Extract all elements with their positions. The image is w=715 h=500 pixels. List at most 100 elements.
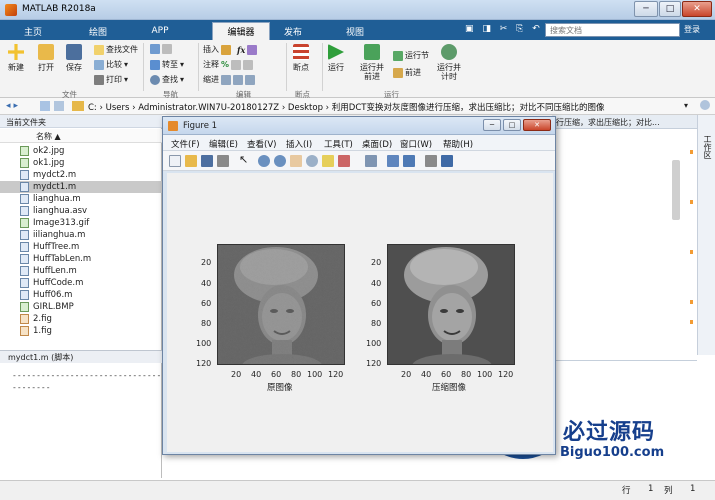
legend-icon[interactable] <box>403 155 415 167</box>
run-button[interactable]: 运行 <box>328 44 344 72</box>
show-plot-tools-icon[interactable] <box>441 155 453 167</box>
file-list-item[interactable]: HuffTree.m <box>0 241 162 253</box>
insert-button[interactable]: 插入 fx <box>203 44 258 55</box>
tab-view[interactable]: 视图 <box>330 22 380 40</box>
pan-icon[interactable] <box>290 155 302 167</box>
code-analyzer-marker[interactable] <box>690 150 693 154</box>
file-list-item[interactable]: Huff06.m <box>0 289 162 301</box>
figure-minimize-button[interactable]: ─ <box>483 119 501 131</box>
pointer-icon[interactable]: ↖ <box>239 153 251 166</box>
find-button[interactable]: 查找 ▾ <box>150 74 184 85</box>
run-time-button[interactable]: 运行并 计时 <box>437 44 461 81</box>
tab-apps[interactable]: APP <box>136 22 184 40</box>
new-figure-icon[interactable] <box>169 155 181 167</box>
rotate-icon[interactable] <box>306 155 318 167</box>
comment-button[interactable]: 注释% <box>203 59 254 70</box>
open-file-icon[interactable] <box>185 155 197 167</box>
search-folder-icon[interactable] <box>700 100 710 110</box>
figure-menu-item[interactable]: 工具(T) <box>324 138 353 150</box>
data-cursor-icon[interactable] <box>322 155 334 167</box>
figure-close-button[interactable]: ✕ <box>523 119 551 131</box>
breakpoints-button[interactable]: 断点 <box>293 44 309 72</box>
editor-tab-title[interactable]: 行压缩，求出压缩比；对比... <box>552 115 715 129</box>
figure-menu-item[interactable]: 窗口(W) <box>400 138 432 150</box>
file-list-item[interactable]: ok1.jpg <box>0 157 162 169</box>
figure-canvas[interactable]: 20 40 60 80 100 120 20 40 60 80 100 120 … <box>167 173 553 452</box>
file-list-item[interactable]: HuffCode.m <box>0 277 162 289</box>
tab-editor[interactable]: 编辑器 <box>212 22 270 40</box>
file-list-item[interactable]: GIRL.BMP <box>0 301 162 313</box>
save-button[interactable]: 保存 <box>66 44 82 72</box>
figure-menu-item[interactable]: 帮助(H) <box>443 138 473 150</box>
breakpoints-label: 断点 <box>293 63 309 72</box>
minimize-button[interactable]: ─ <box>634 1 658 17</box>
folder-icon[interactable] <box>72 101 84 111</box>
goto-label: 转至 <box>162 60 178 69</box>
original-image-axes[interactable] <box>217 244 345 365</box>
current-folder-path[interactable]: C: › Users › Administrator.WIN7U-2018012… <box>88 101 604 113</box>
find-files-button[interactable]: 查找文件 <box>94 44 138 55</box>
tab-plots[interactable]: 绘图 <box>68 22 128 40</box>
print-figure-icon[interactable] <box>217 155 229 167</box>
nav-arrows-icon[interactable]: ◂▸ <box>6 101 21 111</box>
file-list-item[interactable]: mydct1.m <box>0 181 162 193</box>
figure-menu-item[interactable]: 查看(V) <box>247 138 276 150</box>
close-button[interactable]: ✕ <box>682 1 712 17</box>
figure-menu-item[interactable]: 插入(I) <box>286 138 312 150</box>
file-list-item[interactable]: lianghua.m <box>0 193 162 205</box>
compressed-image-axes[interactable] <box>387 244 515 365</box>
link-plot-icon[interactable] <box>365 155 377 167</box>
zoom-in-icon[interactable] <box>258 155 270 167</box>
compare-button[interactable]: 比较 ▾ <box>94 59 128 70</box>
figure-title-bar[interactable]: Figure 1 ─ □ ✕ <box>163 117 555 135</box>
print-button[interactable]: 打印 ▾ <box>94 74 128 85</box>
advance-button[interactable]: 前进 <box>393 67 421 78</box>
file-list-item[interactable]: HuffLen.m <box>0 265 162 277</box>
figure-menu-item[interactable]: 文件(F) <box>171 138 200 150</box>
fx-icon[interactable]: fx <box>237 45 245 55</box>
workspace-side-panel[interactable]: 工作区 <box>697 115 715 355</box>
indent-button[interactable]: 缩进 <box>203 74 255 85</box>
file-list-item[interactable]: ok2.jpg <box>0 145 162 157</box>
colorbar-icon[interactable] <box>387 155 399 167</box>
file-list-item[interactable]: 2.fig <box>0 313 162 325</box>
code-analyzer-marker[interactable] <box>690 300 693 304</box>
editor-scrollbar[interactable] <box>672 160 680 220</box>
file-list-item[interactable]: 1.fig <box>0 325 162 337</box>
file-list-item[interactable]: Image313.gif <box>0 217 162 229</box>
file-list-item[interactable]: mydct2.m <box>0 169 162 181</box>
file-list-item[interactable]: iilianghua.m <box>0 229 162 241</box>
figure-menu-item[interactable]: 编辑(E) <box>209 138 238 150</box>
file-list-item[interactable]: lianghua.asv <box>0 205 162 217</box>
figure-window[interactable]: Figure 1 ─ □ ✕ 文件(F) 编辑(E) 查看(V) 插入(I) 工具(T)… <box>162 116 556 455</box>
save-figure-icon[interactable] <box>201 155 213 167</box>
run-advance-button[interactable]: 运行并 前进 <box>360 44 384 81</box>
figure-menu-item[interactable]: 桌面(D) <box>362 138 392 150</box>
goto-button[interactable]: 转至 ▾ <box>150 59 184 70</box>
brush-icon[interactable] <box>338 155 350 167</box>
path-dropdown-icon[interactable]: ▾ <box>684 101 688 110</box>
code-analyzer-marker[interactable] <box>690 320 693 324</box>
run-section-button[interactable]: 运行节 <box>393 50 429 61</box>
tab-home[interactable]: 主页 <box>8 22 58 40</box>
column-header-name[interactable]: 名称 ▲ <box>0 129 162 143</box>
figure-maximize-button[interactable]: □ <box>503 119 521 131</box>
tab-publish[interactable]: 发布 <box>272 22 314 40</box>
find-files-label: 查找文件 <box>106 45 138 54</box>
code-analyzer-marker[interactable] <box>690 200 693 204</box>
new-button[interactable]: 新建 <box>8 44 24 72</box>
browse-icon[interactable] <box>54 101 64 111</box>
indent-label: 缩进 <box>203 75 219 84</box>
open-button[interactable]: 打开 <box>38 44 54 72</box>
code-analyzer-marker[interactable] <box>690 250 693 254</box>
maximize-button[interactable]: □ <box>659 1 681 17</box>
back-forward-buttons[interactable] <box>150 44 172 54</box>
login-link[interactable]: 登录 <box>684 24 700 35</box>
search-docs-input[interactable] <box>545 23 680 37</box>
nav-up-icon[interactable] <box>40 101 50 111</box>
zoom-out-icon[interactable] <box>274 155 286 167</box>
file-list-item[interactable]: HuffTabLen.m <box>0 253 162 265</box>
hide-plot-tools-icon[interactable] <box>425 155 437 167</box>
y-tick: 80 <box>371 319 382 328</box>
uncomment-icon <box>231 59 242 70</box>
